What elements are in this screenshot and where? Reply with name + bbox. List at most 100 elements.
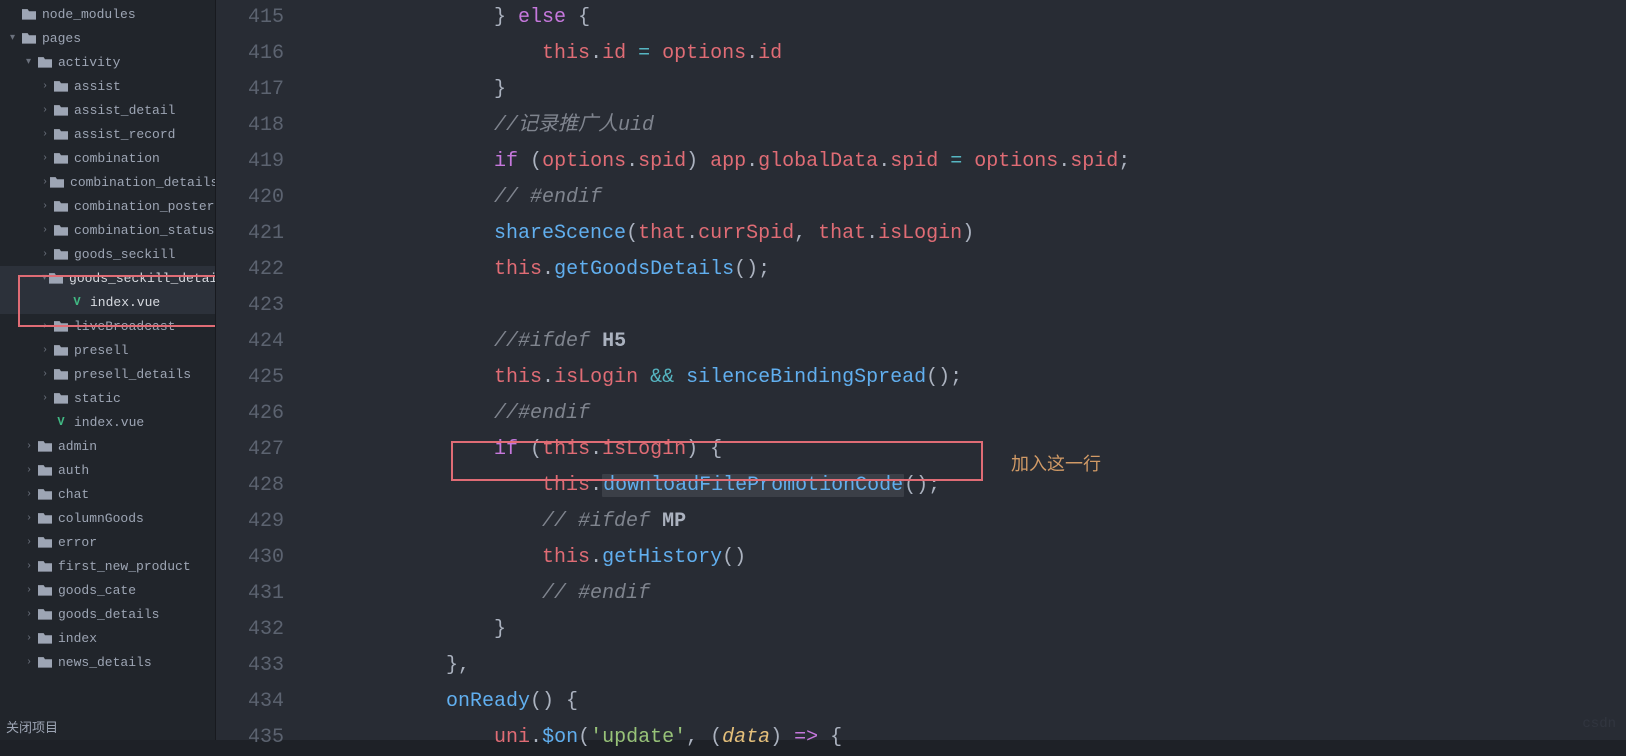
- tree-item-index-vue[interactable]: Vindex.vue: [0, 410, 215, 434]
- tree-item-node-modules[interactable]: node_modules: [0, 2, 215, 26]
- tree-item-goods-seckill[interactable]: › goods_seckill: [0, 242, 215, 266]
- tree-item-label: goods_details: [58, 607, 159, 622]
- expand-arrow-icon[interactable]: ›: [26, 609, 36, 620]
- tree-item-index-vue[interactable]: Vindex.vue: [0, 290, 215, 314]
- expand-arrow-icon[interactable]: ›: [26, 489, 36, 500]
- expand-arrow-icon[interactable]: ›: [26, 513, 36, 524]
- tree-item-goods-seckill-details[interactable]: ▾goods_seckill_details: [0, 266, 215, 290]
- tree-item-label: activity: [58, 55, 120, 70]
- tree-item-assist-detail[interactable]: ›assist_detail: [0, 98, 215, 122]
- tree-item-assist[interactable]: › assist: [0, 74, 215, 98]
- tree-item-columnGoods[interactable]: ›columnGoods: [0, 506, 215, 530]
- code-content[interactable]: } else { this.id = options.id } //记录推广人u…: [302, 0, 1626, 740]
- tree-item-label: presell: [74, 343, 129, 358]
- vue-file-icon: V: [70, 295, 84, 309]
- annotation-text: 加入这一行: [1011, 450, 1101, 476]
- watermark: csdn: [1582, 716, 1616, 732]
- expand-arrow-icon[interactable]: ›: [26, 633, 36, 644]
- tree-item-label: auth: [58, 463, 89, 478]
- code-line-l425[interactable]: this.isLogin && silenceBindingSpread();: [302, 360, 1626, 396]
- folder-icon: [38, 487, 52, 501]
- tree-item-news-details[interactable]: ›news_details: [0, 650, 215, 674]
- tree-item-activity[interactable]: ▾ activity: [0, 50, 215, 74]
- expand-arrow-icon[interactable]: ›: [42, 369, 52, 380]
- code-line-l415[interactable]: } else {: [302, 0, 1626, 36]
- code-line-l426[interactable]: //#endif: [302, 396, 1626, 432]
- tree-item-label: combination_poster: [74, 199, 214, 214]
- expand-arrow-icon[interactable]: ›: [42, 153, 52, 164]
- folder-icon: [54, 79, 68, 93]
- code-line-l428[interactable]: this.downloadFilePromotionCode();: [302, 468, 1626, 504]
- code-line-l418[interactable]: //记录推广人uid: [302, 108, 1626, 144]
- tree-item-combination-status[interactable]: ›combination_status: [0, 218, 215, 242]
- tree-item-admin[interactable]: ›admin: [0, 434, 215, 458]
- tree-item-presell[interactable]: › presell: [0, 338, 215, 362]
- folder-icon: [54, 223, 68, 237]
- expand-arrow-icon[interactable]: ›: [26, 657, 36, 668]
- code-line-l424[interactable]: //#ifdef H5: [302, 324, 1626, 360]
- expand-arrow-icon[interactable]: ›: [26, 441, 36, 452]
- line-number: 418: [216, 108, 284, 144]
- tree-item-error[interactable]: ›error: [0, 530, 215, 554]
- tree-item-index[interactable]: ›index: [0, 626, 215, 650]
- close-project-label[interactable]: 关闭项目: [0, 713, 215, 740]
- expand-arrow-icon[interactable]: ›: [42, 345, 52, 356]
- tree-item-label: first_new_product: [58, 559, 191, 574]
- code-line-l435[interactable]: uni.$on('update', (data) => {: [302, 720, 1626, 756]
- code-line-l422[interactable]: this.getGoodsDetails();: [302, 252, 1626, 288]
- tree-item-label: goods_seckill: [74, 247, 175, 262]
- expand-arrow-icon[interactable]: ›: [42, 177, 48, 188]
- tree-item-static[interactable]: ›static: [0, 386, 215, 410]
- expand-arrow-icon[interactable]: ›: [42, 201, 52, 212]
- expand-arrow-icon[interactable]: ›: [42, 225, 52, 236]
- line-number-gutter: 4154164174184194204214224234244254264274…: [216, 0, 302, 740]
- tree-item-liveBroadcast[interactable]: ›liveBroadcast: [0, 314, 215, 338]
- tree-item-auth[interactable]: › auth: [0, 458, 215, 482]
- expand-arrow-icon[interactable]: ›: [26, 537, 36, 548]
- code-line-l416[interactable]: this.id = options.id: [302, 36, 1626, 72]
- code-line-l432[interactable]: }: [302, 612, 1626, 648]
- tree-item-goods-cate[interactable]: ›goods_cate: [0, 578, 215, 602]
- expand-arrow-icon[interactable]: ▾: [42, 272, 47, 284]
- tree-item-first-new-product[interactable]: › first_new_product: [0, 554, 215, 578]
- folder-icon: [38, 559, 52, 573]
- expand-arrow-icon[interactable]: ›: [26, 585, 36, 596]
- expand-arrow-icon[interactable]: ›: [42, 129, 52, 140]
- expand-arrow-icon[interactable]: ›: [42, 105, 52, 116]
- expand-arrow-icon[interactable]: ▾: [10, 32, 20, 44]
- expand-arrow-icon[interactable]: ›: [42, 393, 52, 404]
- tree-item-combination[interactable]: ›combination: [0, 146, 215, 170]
- code-line-l433[interactable]: },: [302, 648, 1626, 684]
- expand-arrow-icon[interactable]: ›: [42, 249, 52, 260]
- tree-item-assist-record[interactable]: ›assist_record: [0, 122, 215, 146]
- code-line-l429[interactable]: // #ifdef MP: [302, 504, 1626, 540]
- tree-item-combination-poster[interactable]: › combination_poster: [0, 194, 215, 218]
- code-line-l431[interactable]: // #endif: [302, 576, 1626, 612]
- tree-item-combination-details[interactable]: ›combination_details: [0, 170, 215, 194]
- code-line-l430[interactable]: this.getHistory(): [302, 540, 1626, 576]
- expand-arrow-icon[interactable]: ›: [26, 465, 36, 476]
- code-line-l417[interactable]: }: [302, 72, 1626, 108]
- code-line-l427[interactable]: if (this.isLogin) {: [302, 432, 1626, 468]
- tree-item-goods-details[interactable]: › goods_details: [0, 602, 215, 626]
- expand-arrow-icon[interactable]: ›: [42, 81, 52, 92]
- tree-item-chat[interactable]: ›chat: [0, 482, 215, 506]
- vue-file-icon: V: [54, 415, 68, 429]
- code-line-l421[interactable]: shareScence(that.currSpid, that.isLogin): [302, 216, 1626, 252]
- code-editor[interactable]: 4154164174184194204214224234244254264274…: [216, 0, 1626, 740]
- folder-icon: [54, 391, 68, 405]
- expand-arrow-icon[interactable]: ›: [42, 321, 52, 332]
- folder-icon: [38, 511, 52, 525]
- code-line-l420[interactable]: // #endif: [302, 180, 1626, 216]
- tree-item-pages[interactable]: ▾pages: [0, 26, 215, 50]
- tree-item-label: assist: [74, 79, 121, 94]
- code-line-l423[interactable]: [302, 288, 1626, 324]
- code-line-l419[interactable]: if (options.spid) app.globalData.spid = …: [302, 144, 1626, 180]
- folder-icon: [38, 583, 52, 597]
- line-number: 422: [216, 252, 284, 288]
- code-line-l434[interactable]: onReady() {: [302, 684, 1626, 720]
- tree-item-presell-details[interactable]: ›presell_details: [0, 362, 215, 386]
- folder-icon: [38, 631, 52, 645]
- expand-arrow-icon[interactable]: ▾: [26, 56, 36, 68]
- expand-arrow-icon[interactable]: ›: [26, 561, 36, 572]
